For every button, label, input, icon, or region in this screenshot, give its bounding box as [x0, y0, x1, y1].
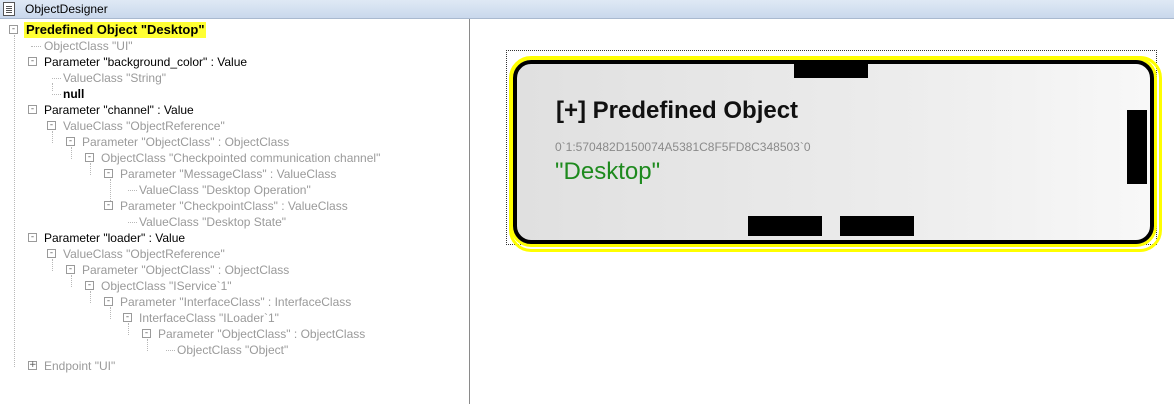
- object-tree[interactable]: - Predefined Object "Desktop" ObjectClas…: [0, 19, 470, 404]
- collapse-icon[interactable]: -: [123, 313, 132, 322]
- collapse-icon[interactable]: -: [104, 297, 113, 306]
- tree-connector: [71, 147, 72, 159]
- tree-connector: [52, 259, 53, 271]
- top-port[interactable]: [794, 60, 868, 78]
- card-title: [+] Predefined Object: [556, 97, 799, 124]
- tree-connector: [147, 339, 148, 351]
- tree-connector: [52, 78, 61, 79]
- collapse-icon[interactable]: -: [9, 25, 18, 34]
- collapse-icon[interactable]: -: [104, 169, 113, 178]
- tree-node[interactable]: ValueClass "ObjectReference": [63, 246, 225, 262]
- tree-node[interactable]: Endpoint "UI": [44, 358, 115, 374]
- tree-node[interactable]: InterfaceClass "ILoader`1": [139, 310, 279, 326]
- collapse-icon[interactable]: -: [104, 201, 113, 210]
- card-object-name: "Desktop": [555, 158, 661, 185]
- tree-connector: [52, 83, 53, 91]
- tree-node[interactable]: ValueClass "ObjectReference": [63, 118, 225, 134]
- tree-node[interactable]: ObjectClass "Checkpointed communication …: [101, 150, 380, 166]
- document-icon: [3, 2, 15, 16]
- tree-node[interactable]: ObjectClass "Object": [177, 342, 288, 358]
- tree-connector: [166, 350, 175, 351]
- tree-node[interactable]: Parameter "InterfaceClass" : InterfaceCl…: [120, 294, 351, 310]
- right-port[interactable]: [1127, 110, 1147, 184]
- tree-connector: [31, 46, 41, 47]
- collapse-icon[interactable]: -: [85, 153, 94, 162]
- bottom-port-right[interactable]: [840, 216, 914, 236]
- tree-node[interactable]: Parameter "background_color" : Value: [44, 54, 247, 70]
- tree-node-predefined-object[interactable]: Predefined Object "Desktop": [24, 22, 207, 38]
- tree-node[interactable]: Parameter "loader" : Value: [44, 230, 185, 246]
- expand-icon[interactable]: +: [28, 361, 37, 370]
- tree-node[interactable]: ValueClass "Desktop Operation": [139, 182, 311, 198]
- tree-node[interactable]: Parameter "MessageClass" : ValueClass: [120, 166, 336, 182]
- window-title: ObjectDesigner: [25, 2, 108, 16]
- tree-connector: [52, 131, 53, 143]
- collapse-icon[interactable]: -: [28, 105, 37, 114]
- tree-connector: [90, 291, 91, 303]
- card-object-id: 0`1:570482D150074A5381C8F5FD8C348503`0: [555, 140, 811, 154]
- tree-node[interactable]: Parameter "CheckpointClass" : ValueClass: [120, 198, 348, 214]
- collapse-icon[interactable]: -: [66, 265, 75, 274]
- tree-connector: [128, 323, 129, 335]
- collapse-icon[interactable]: -: [28, 233, 37, 242]
- tree-node[interactable]: Parameter "channel" : Value: [44, 102, 194, 118]
- collapse-icon[interactable]: -: [47, 121, 56, 130]
- tree-node[interactable]: Parameter "ObjectClass" : ObjectClass: [82, 262, 289, 278]
- collapse-icon[interactable]: -: [142, 329, 151, 338]
- tree-node-null[interactable]: null: [63, 86, 84, 102]
- collapse-icon[interactable]: -: [85, 281, 94, 290]
- tree-connector: [14, 35, 15, 367]
- tree-node[interactable]: ObjectClass "UI": [44, 38, 133, 54]
- bottom-port-left[interactable]: [748, 216, 822, 236]
- tree-connector: [128, 222, 137, 223]
- tree-connector: [110, 307, 111, 319]
- tree-connector: [128, 190, 137, 191]
- tree-node[interactable]: ValueClass "String": [63, 70, 166, 86]
- collapse-icon[interactable]: -: [47, 249, 56, 258]
- tree-node[interactable]: Parameter "ObjectClass" : ObjectClass: [158, 326, 365, 342]
- tree-node[interactable]: ObjectClass "IService`1": [101, 278, 232, 294]
- tree-node[interactable]: ValueClass "Desktop State": [139, 214, 286, 230]
- collapse-icon[interactable]: -: [28, 57, 37, 66]
- tree-node[interactable]: Parameter "ObjectClass" : ObjectClass: [82, 134, 289, 150]
- tree-connector: [52, 94, 61, 95]
- window-titlebar: ObjectDesigner: [0, 0, 1174, 19]
- tree-connector: [71, 275, 72, 287]
- tree-connector: [90, 163, 91, 175]
- collapse-icon[interactable]: -: [66, 137, 75, 146]
